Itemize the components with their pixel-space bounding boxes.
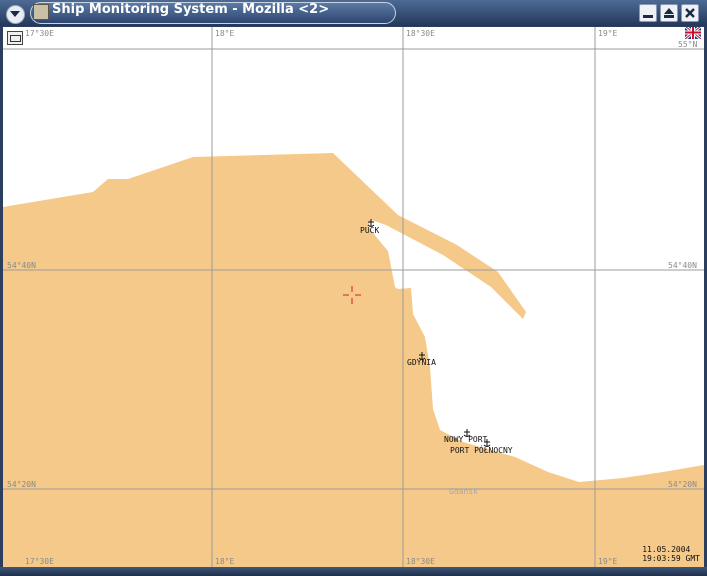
close-button[interactable] <box>681 4 699 22</box>
lon-label-top: 19°E <box>598 29 617 38</box>
lon-label-bottom: 18°E <box>215 557 234 566</box>
lat-label-right: 54°40N <box>668 261 697 270</box>
lon-label-top: 18°E <box>215 29 234 38</box>
lon-label-bottom: 19°E <box>598 557 617 566</box>
chevron-down-icon <box>10 11 20 17</box>
lat-label-right: 54°20N <box>668 480 697 489</box>
port-label-puck[interactable]: PUCK <box>360 226 379 235</box>
lon-label-top: 18°30E <box>406 29 435 38</box>
lon-label-bottom: 17°30E <box>25 557 54 566</box>
uk-flag-icon[interactable] <box>685 27 701 39</box>
close-icon <box>685 8 695 18</box>
window-titlebar: Ship Monitoring System - Mozilla <2> <box>0 0 707 26</box>
timestamp-readout: 11.05.2004 19:03:59 GMT <box>642 545 700 563</box>
port-label-gdynia[interactable]: GDYNIA <box>407 358 436 367</box>
lat-label-left: 54°20N <box>7 480 36 489</box>
window-menu-button[interactable] <box>6 5 25 24</box>
window-bottom-border <box>0 567 707 576</box>
app-icon <box>33 4 49 20</box>
maximize-icon <box>664 8 674 18</box>
city-label-gdansk: Gdańsk <box>449 487 478 496</box>
lon-label-bottom: 18°30E <box>406 557 435 566</box>
minimize-icon <box>643 15 653 18</box>
timestamp-date: 11.05.2004 <box>642 545 691 554</box>
layer-toggle-icon[interactable] <box>7 31 23 45</box>
port-label-nowy-port[interactable]: NOWY PORT <box>444 435 488 444</box>
timestamp-time: 19:03:59 GMT <box>642 554 700 563</box>
minimize-button[interactable] <box>639 4 657 22</box>
lat-label-right: 55°N <box>678 40 697 49</box>
map-viewport[interactable]: 17°30E 18°E 18°30E 19°E 17°30E 18°E 18°3… <box>3 27 704 567</box>
lon-label-top: 17°30E <box>25 29 54 38</box>
maximize-button[interactable] <box>660 4 678 22</box>
window-title: Ship Monitoring System - Mozilla <2> <box>52 2 330 17</box>
lat-label-left: 54°40N <box>7 261 36 270</box>
nautical-chart[interactable]: 17°30E 18°E 18°30E 19°E 17°30E 18°E 18°3… <box>3 27 704 567</box>
port-label-port-polnocny[interactable]: PORT PÓŁNOCNY <box>450 444 513 455</box>
